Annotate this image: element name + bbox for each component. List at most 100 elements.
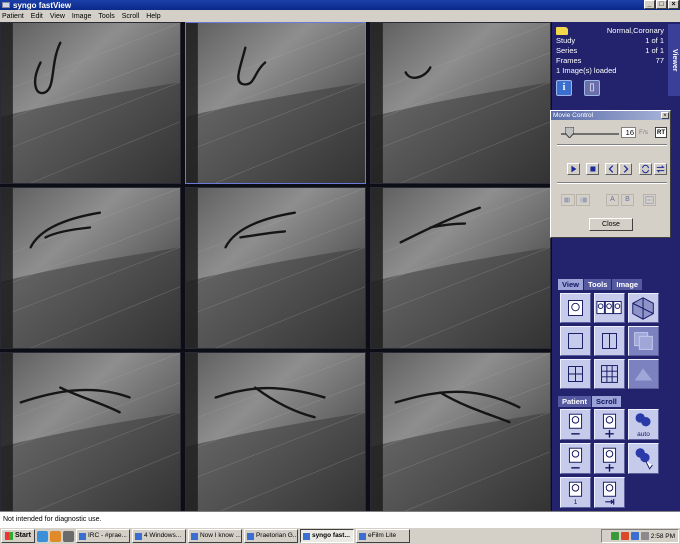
reset-marks-button[interactable] <box>643 194 656 206</box>
stop-button[interactable] <box>586 163 599 175</box>
chevron-left-icon <box>608 165 614 173</box>
task-app-icon <box>190 532 198 540</box>
scroll-forward-button[interactable] <box>594 443 625 474</box>
menu-edit[interactable]: Edit <box>31 13 43 20</box>
menu-scroll[interactable]: Scroll <box>122 13 140 20</box>
manual-scroll-button[interactable] <box>628 443 659 474</box>
series-row: Series 1 of 1 <box>556 46 664 56</box>
quick-launch-app-icon[interactable] <box>62 530 74 542</box>
reset-marks-icon <box>645 196 654 204</box>
mountain-icon <box>634 368 653 381</box>
taskbar-task[interactable]: Now I know ... <box>187 529 242 543</box>
viewer-tab[interactable]: Viewer <box>668 24 680 96</box>
scroll-back-button[interactable] <box>560 443 591 474</box>
image-grid <box>0 22 552 514</box>
taskbar-task[interactable]: syngo fast... <box>299 529 354 543</box>
menu-image[interactable]: Image <box>72 13 91 20</box>
tab-view[interactable]: View <box>558 279 583 290</box>
hand-scroll-icon <box>635 448 653 470</box>
minimize-button[interactable]: _ <box>644 0 655 9</box>
swing-icon <box>656 165 665 173</box>
tray-network-icon[interactable] <box>610 532 619 540</box>
layout-1x2-button[interactable] <box>594 326 625 356</box>
mark-b-button[interactable]: B <box>621 194 634 206</box>
tab-scroll[interactable]: Scroll <box>592 396 621 407</box>
tray-messenger-icon[interactable] <box>630 532 639 540</box>
window-title: syngo fastView <box>13 0 72 10</box>
close-button[interactable]: Close <box>589 218 633 231</box>
menu-help[interactable]: Help <box>146 13 160 20</box>
image-tile[interactable] <box>0 187 181 349</box>
tray-security-icon[interactable] <box>620 532 629 540</box>
movie-control-close-icon[interactable]: × <box>661 112 669 119</box>
stop-icon <box>590 166 596 172</box>
taskbar-task[interactable]: 4 Windows... <box>131 529 186 543</box>
info-icon[interactable]: i <box>556 80 572 96</box>
speed-slider-thumb[interactable] <box>565 127 574 138</box>
document-icon[interactable]: ▯ <box>584 80 600 96</box>
stack-heads-icon <box>634 332 653 350</box>
scroll-end-button[interactable] <box>594 477 625 508</box>
series-view-button[interactable] <box>594 293 625 323</box>
tray-volume-icon[interactable] <box>640 532 649 540</box>
next-patient-button[interactable] <box>594 409 625 440</box>
image-tile[interactable] <box>370 22 551 184</box>
tab-tools[interactable]: Tools <box>583 279 612 290</box>
loop-button[interactable] <box>639 163 652 175</box>
tab-image[interactable]: Image <box>612 279 643 290</box>
image-tile[interactable] <box>370 187 551 349</box>
realtime-button[interactable]: RT <box>655 127 667 138</box>
scroll-panel-tabs: Patient Scroll <box>558 396 621 407</box>
title-bar: syngo fastView _ □ × <box>0 0 680 10</box>
fps-input[interactable]: 16 <box>621 127 636 138</box>
stack-view-button[interactable] <box>628 326 659 356</box>
image-tile[interactable] <box>0 352 181 514</box>
image-tile[interactable] <box>185 22 366 184</box>
windows-logo-icon <box>5 532 13 540</box>
task-app-icon <box>134 532 142 540</box>
info-icon-row: i ▯ <box>556 80 600 96</box>
mountain-view-button[interactable] <box>628 359 659 389</box>
auto-scroll-button[interactable]: auto <box>628 409 659 440</box>
play-button[interactable] <box>567 163 580 175</box>
angiogram-image <box>186 353 365 513</box>
scroll-step-label: 1 <box>573 499 578 506</box>
head-plus-icon <box>602 413 617 438</box>
next-frame-button[interactable] <box>619 163 632 175</box>
image-tile[interactable] <box>185 352 366 514</box>
swing-button[interactable] <box>654 163 667 175</box>
angiogram-image <box>371 188 550 348</box>
study-value: 1 of 1 <box>645 36 664 45</box>
image-tile[interactable] <box>370 352 551 514</box>
layout-3x3-button[interactable] <box>594 359 625 389</box>
mark-end-button[interactable] <box>576 194 590 206</box>
status-bar: Not intended for diagnostic use. <box>0 511 680 527</box>
taskbar-task[interactable]: IRC - #prae... <box>75 529 130 543</box>
taskbar-task[interactable]: Praetorian G... <box>243 529 298 543</box>
tab-patient[interactable]: Patient <box>558 396 592 407</box>
mark-a-button[interactable]: A <box>606 194 619 206</box>
quick-launch-ie-icon[interactable] <box>36 530 48 542</box>
layout-2x2-button[interactable] <box>560 359 591 389</box>
menu-patient[interactable]: Patient <box>2 13 24 20</box>
study-row: Study 1 of 1 <box>556 36 664 46</box>
single-view-button[interactable] <box>560 293 591 323</box>
task-app-icon <box>302 532 310 540</box>
menu-view[interactable]: View <box>50 13 65 20</box>
close-window-button[interactable]: × <box>668 0 679 9</box>
layout-1x1-button[interactable] <box>560 326 591 356</box>
image-tile[interactable] <box>0 22 181 184</box>
quick-launch-firefox-icon[interactable] <box>49 530 61 542</box>
menu-tools[interactable]: Tools <box>98 13 114 20</box>
taskbar-task[interactable]: eFilm Lite <box>355 529 410 543</box>
start-button[interactable]: Start <box>1 529 35 543</box>
view-panel <box>558 291 659 392</box>
scroll-step-button[interactable]: 1 <box>560 477 591 508</box>
loaded-row: 1 Image(s) loaded <box>556 66 664 76</box>
previous-patient-button[interactable] <box>560 409 591 440</box>
3d-view-button[interactable] <box>628 293 659 323</box>
previous-frame-button[interactable] <box>605 163 618 175</box>
mark-start-button[interactable] <box>561 194 575 206</box>
image-tile[interactable] <box>185 187 366 349</box>
maximize-button[interactable]: □ <box>656 0 667 9</box>
